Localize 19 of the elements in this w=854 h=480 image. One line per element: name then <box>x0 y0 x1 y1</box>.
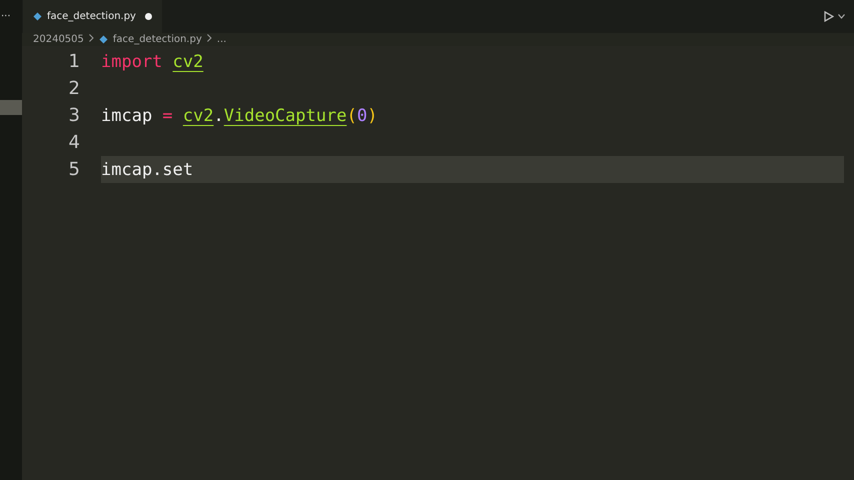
python-file-icon <box>98 35 108 44</box>
breadcrumb-item[interactable]: face_detection.py <box>112 34 202 45</box>
chevron-down-icon[interactable] <box>838 14 845 19</box>
python-file-icon <box>33 12 42 21</box>
run-icon[interactable] <box>824 11 834 22</box>
breadcrumb-item[interactable]: 20240505 <box>33 34 84 45</box>
code-line: import cv2 <box>101 52 204 72</box>
unsaved-dot-icon <box>144 13 152 20</box>
breadcrumb-item[interactable]: ... <box>216 34 226 45</box>
line-number: 2 <box>68 78 81 99</box>
line-number: 1 <box>68 51 81 72</box>
editor-tab[interactable]: face_detection.py <box>23 0 162 33</box>
line-number: 4 <box>68 132 81 153</box>
line-number: 3 <box>68 105 81 126</box>
line-number: 5 <box>68 159 81 180</box>
code-line: imcap.set <box>101 160 194 180</box>
more-icon[interactable]: ··· <box>0 0 11 33</box>
sidebar-marker <box>0 100 22 115</box>
code-line: imcap = cv2.VideoCapture(0) <box>101 106 378 126</box>
